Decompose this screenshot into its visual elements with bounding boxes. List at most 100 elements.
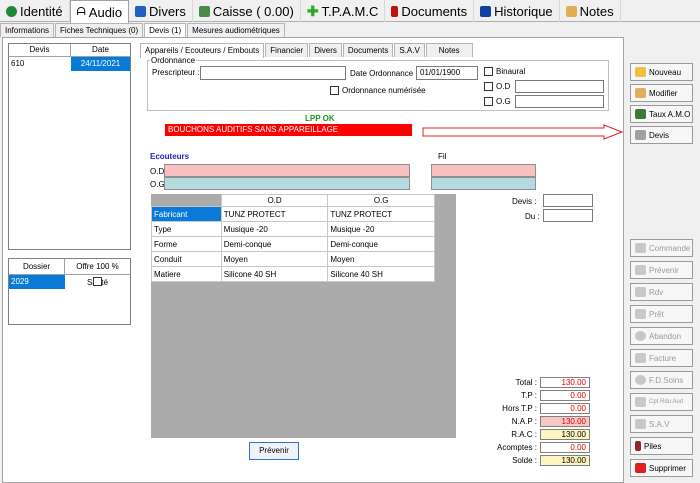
identity-icon: [6, 5, 17, 17]
table-row[interactable]: Fabricant TUNZ PROTECT TUNZ PROTECT: [151, 206, 435, 222]
sav-button[interactable]: S.A.V: [630, 415, 693, 433]
numerisee-label: Ordonnance numérisée: [342, 86, 426, 95]
cell-og[interactable]: Silicone 40 SH: [327, 266, 435, 282]
og-input[interactable]: [515, 95, 604, 108]
cell-og[interactable]: Musique -20: [327, 221, 435, 237]
offre-checkbox[interactable]: [93, 277, 102, 286]
ordonnance-numerisee[interactable]: Ordonnance numérisée: [330, 86, 426, 95]
col-offre[interactable]: Offre 100 % Santé: [65, 259, 130, 287]
inner-tab-financier[interactable]: Financier: [265, 43, 309, 57]
ordonnance-od[interactable]: O.D: [484, 82, 510, 91]
row-label: Forme: [151, 236, 222, 252]
total-value: 130.00: [540, 377, 590, 388]
commande-button[interactable]: Commande: [630, 239, 693, 257]
subtab-mesures[interactable]: Mesures audiométriques: [187, 23, 285, 37]
cell-od[interactable]: Silicone 40 SH: [220, 266, 329, 282]
lend-icon: [635, 309, 646, 319]
pret-button[interactable]: Prêt: [630, 305, 693, 323]
tab-tpamc[interactable]: ✚ T.P.A.M.C: [301, 0, 386, 22]
table-row[interactable]: 2029: [9, 275, 130, 289]
du-input[interactable]: [543, 209, 593, 222]
table-row[interactable]: Forme Demi-conque Demi-conque: [151, 236, 435, 252]
col-date[interactable]: Date: [71, 44, 130, 56]
facture-button[interactable]: Facture: [630, 349, 693, 367]
devis-button[interactable]: Devis: [630, 126, 693, 144]
binaural[interactable]: Binaural: [484, 67, 525, 76]
prevenir-side-button[interactable]: Prévenir: [630, 261, 693, 279]
modifier-button[interactable]: Modifier: [630, 84, 693, 102]
inner-tab-sav[interactable]: S.A.V: [394, 43, 425, 57]
dossier-number: 2029: [9, 275, 65, 289]
tab-caisse[interactable]: Caisse ( 0.00): [193, 0, 301, 22]
taux-amo-button[interactable]: Taux A.M.O: [630, 105, 693, 123]
doc-icon: [635, 375, 646, 385]
ecouteur-og-input[interactable]: [164, 177, 410, 190]
sub-tab-bar: Informations Fiches Techniques (0) Devis…: [0, 23, 286, 38]
phone-icon: [635, 265, 646, 275]
prevenir-button[interactable]: Prévenir: [249, 442, 299, 460]
date-ordonnance-input[interactable]: 01/01/1900: [416, 66, 478, 80]
cell-og[interactable]: Demi-conque: [327, 236, 435, 252]
numerisee-checkbox[interactable]: [330, 86, 339, 95]
tab-identite[interactable]: Identité: [0, 0, 70, 22]
col-devis[interactable]: Devis: [9, 44, 71, 56]
arrow-right-icon: [422, 124, 624, 140]
devis-grid: Devis Date 610 24/11/2021: [8, 43, 131, 250]
cell-od[interactable]: Moyen: [220, 251, 329, 267]
subtab-devis[interactable]: Devis (1): [144, 23, 187, 38]
fil-od-input[interactable]: [431, 164, 536, 177]
tab-label: T.P.A.M.C: [321, 3, 379, 19]
table-row[interactable]: Matiere Silicone 40 SH Silicone 40 SH: [151, 266, 435, 282]
inner-tab-notes[interactable]: Notes: [425, 43, 473, 57]
tab-label: Identité: [20, 3, 63, 19]
devis-label: Devis :: [512, 197, 537, 206]
cell-og[interactable]: TUNZ PROTECT: [327, 206, 435, 222]
od-checkbox[interactable]: [484, 82, 493, 91]
rac-label: R.A.C :: [511, 430, 537, 439]
ecouteur-od-input[interactable]: [164, 164, 410, 177]
embouts-table: O.D O.G Fabricant TUNZ PROTECT TUNZ PROTECT…: [151, 194, 435, 282]
rdv-button[interactable]: Rdv: [630, 283, 693, 301]
cell-og[interactable]: Moyen: [327, 251, 435, 267]
button-label: Commande: [649, 243, 691, 253]
cell-od[interactable]: Musique -20: [220, 221, 329, 237]
acomptes-label: Acomptes :: [496, 443, 537, 452]
money-icon: [635, 109, 646, 119]
cpt-rdu-aud-button[interactable]: Cpt Rdu Aud: [630, 393, 693, 411]
prescripteur-input[interactable]: [200, 66, 346, 80]
tab-label: Documents: [401, 3, 468, 19]
abandon-button[interactable]: Abandon: [630, 327, 693, 345]
od-input[interactable]: [515, 80, 604, 93]
table-row[interactable]: Type Musique -20 Musique -20: [151, 221, 435, 237]
tab-notes[interactable]: Notes: [560, 0, 621, 22]
tab-documents[interactable]: Documents: [385, 0, 475, 22]
table-row[interactable]: Conduit Moyen Moyen: [151, 251, 435, 267]
history-icon: [480, 5, 492, 17]
table-row[interactable]: 610 24/11/2021: [9, 57, 130, 71]
tab-audio[interactable]: ᗩ Audio: [69, 0, 130, 23]
piles-button[interactable]: Piles: [630, 437, 693, 455]
fil-og-input[interactable]: [431, 177, 536, 190]
og-checkbox[interactable]: [484, 97, 493, 106]
inner-tab-divers[interactable]: Divers: [309, 43, 342, 57]
cell-od[interactable]: TUNZ PROTECT: [220, 206, 329, 222]
cell-od[interactable]: Demi-conque: [220, 236, 329, 252]
inner-tab-documents[interactable]: Documents: [342, 43, 394, 57]
subtab-informations[interactable]: Informations: [0, 23, 55, 37]
side-buttons-bottom: Commande Prévenir Rdv Prêt Abandon Factu…: [630, 239, 693, 477]
subtab-fiches-techniques[interactable]: Fiches Techniques (0): [55, 23, 144, 37]
tab-historique[interactable]: Historique: [474, 0, 560, 22]
devis-input[interactable]: [543, 194, 593, 207]
button-label: F.D.Soins: [649, 375, 684, 385]
tab-divers[interactable]: Divers: [129, 0, 193, 22]
fd-soins-button[interactable]: F.D.Soins: [630, 371, 693, 389]
tp-label: T.P :: [521, 391, 537, 400]
invoice-icon: [635, 353, 646, 363]
tab-label: Audio: [88, 4, 123, 20]
date-ordonnance-label: Date Ordonnance :: [350, 69, 418, 78]
binaural-checkbox[interactable]: [484, 67, 493, 76]
supprimer-button[interactable]: Supprimer: [630, 459, 693, 477]
ordonnance-og[interactable]: O.G: [484, 97, 511, 106]
nouveau-button[interactable]: Nouveau: [630, 63, 693, 81]
col-dossier[interactable]: Dossier: [9, 259, 65, 274]
